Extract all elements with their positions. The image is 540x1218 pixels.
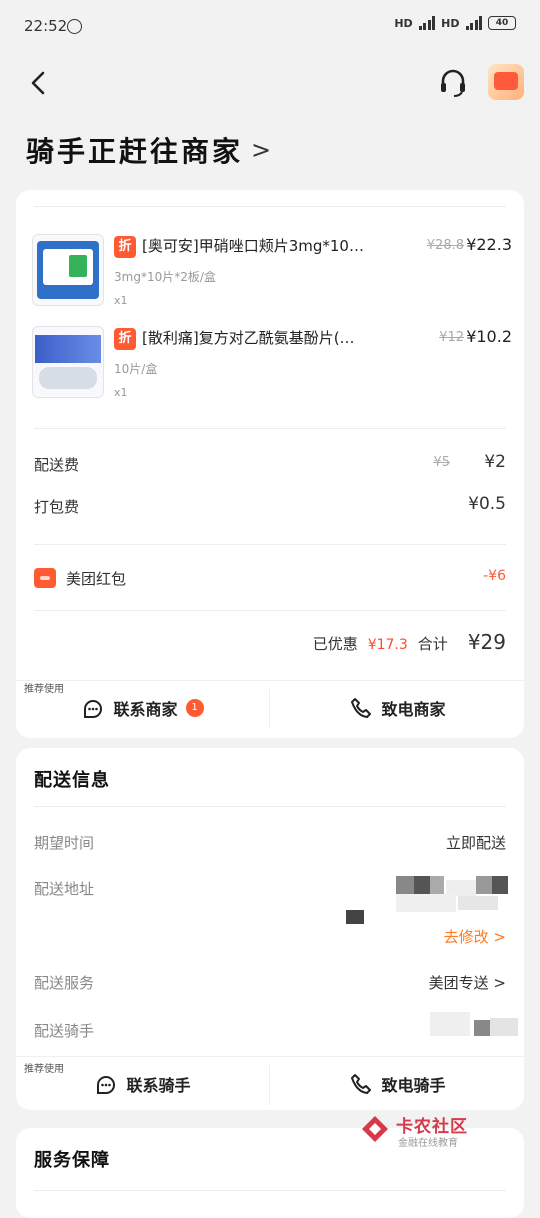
product-spec: 3mg*10片*2板/盒: [114, 270, 216, 284]
delivery-service-row[interactable]: 配送服务 美团专送 >: [34, 972, 506, 1002]
address-redacted: [346, 876, 511, 924]
packing-fee-value: ¥0.5: [468, 494, 506, 514]
red-packet-value: -¥6: [483, 568, 506, 584]
rider-contact-row: 联系骑手 致电骑手: [16, 1056, 524, 1111]
saved-value: ¥17.3: [367, 637, 408, 653]
order-total: 已优惠 ¥17.3 合计 ¥29: [313, 630, 506, 654]
call-rider-button[interactable]: 致电骑手: [271, 1057, 524, 1111]
product-price: ¥10.2: [466, 327, 512, 346]
call-merchant-button[interactable]: 致电商家: [271, 681, 524, 735]
red-packet-row: 美团红包 -¥6: [34, 566, 506, 592]
watermark-logo-icon: [362, 1116, 388, 1142]
red-packet-label: 美团红包: [66, 570, 127, 588]
phone-icon: [351, 1074, 372, 1094]
total-label: 合计: [417, 635, 448, 653]
order-card: 折 [奥可安]甲硝唑口颊片3mg*10… ¥28.8 ¥22.3 3mg*10片…: [16, 190, 524, 738]
chat-icon: [84, 700, 103, 718]
address-label: 配送地址: [34, 880, 95, 898]
product-original-price: ¥12: [439, 330, 464, 345]
product-name: [奥可安]甲硝唑口颊片3mg*10…: [142, 237, 364, 255]
call-rider-label: 致电骑手: [381, 1076, 446, 1095]
watermark-subtitle: 金融在线教育: [398, 1138, 458, 1149]
promo-gift-icon[interactable]: [488, 64, 524, 100]
expected-time-row: 期望时间 立即配送: [34, 832, 506, 862]
headset-icon[interactable]: [436, 66, 470, 100]
chevron-right-icon: >: [251, 136, 272, 164]
hd-label-2: HD: [441, 16, 460, 30]
contact-merchant-label: 联系商家: [113, 700, 178, 719]
order-status-title: 骑手正赶往商家: [26, 135, 244, 168]
divider: [34, 206, 506, 207]
phone-icon: [351, 698, 372, 718]
delivery-fee-value: ¥2: [484, 452, 506, 472]
expected-time-label: 期望时间: [34, 834, 95, 852]
divider: [34, 806, 506, 807]
top-nav: [0, 56, 540, 112]
contact-rider-label: 联系骑手: [126, 1076, 191, 1095]
signal-icon-2: [465, 16, 482, 30]
divider: [34, 428, 506, 429]
unread-badge: 1: [185, 699, 204, 717]
product-original-price: ¥28.8: [426, 238, 464, 253]
divider: [34, 610, 506, 611]
expected-time-value: 立即配送: [445, 834, 506, 852]
discount-tag: 折: [114, 328, 136, 350]
product-image: [32, 326, 104, 398]
status-bar: 22:52 HD HD 40: [0, 0, 540, 56]
hd-label: HD: [394, 16, 413, 30]
divider: [269, 689, 270, 729]
product-item[interactable]: 折 [散利痛]复方对乙酰氨基酚片(… ¥12 ¥10.2 10片/盒 x1: [32, 326, 512, 406]
product-price: ¥22.3: [466, 235, 512, 254]
delivery-service-label: 配送服务: [34, 974, 95, 992]
divider: [269, 1065, 270, 1105]
contact-merchant-button[interactable]: 联系商家 1: [16, 681, 269, 735]
product-spec: 10片/盒: [114, 362, 158, 376]
delivery-info-card: 配送信息 期望时间 立即配送 配送地址 去修改 > 配送服务 美团专送 > 配送…: [16, 748, 524, 1110]
contact-rider-button[interactable]: 联系骑手: [16, 1057, 269, 1111]
total-value: ¥29: [467, 630, 506, 654]
order-status[interactable]: 骑手正赶往商家 >: [26, 130, 271, 170]
call-merchant-label: 致电商家: [381, 700, 446, 719]
service-guarantee-title: 服务保障: [34, 1150, 110, 1171]
red-packet-icon: [34, 568, 56, 588]
saved-label: 已优惠: [312, 635, 358, 653]
modify-address-link[interactable]: 去修改 >: [444, 926, 506, 947]
delivery-service-value: 美团专送 >: [428, 974, 506, 992]
product-qty: x1: [114, 386, 128, 399]
merchant-contact-row: 联系商家 1 致电商家: [16, 680, 524, 735]
product-qty: x1: [114, 294, 128, 307]
battery-icon: 40: [488, 16, 516, 30]
signal-icon: [418, 16, 436, 30]
status-indicators: HD HD 40: [394, 16, 516, 30]
packing-fee-label: 打包费: [34, 498, 80, 516]
divider: [34, 1190, 506, 1191]
delivery-fee-label: 配送费: [34, 456, 80, 474]
delivery-info-title: 配送信息: [34, 770, 110, 791]
chat-icon: [97, 1076, 116, 1094]
delivery-fee-original: ¥5: [433, 455, 450, 470]
alarm-icon: [67, 19, 82, 34]
delivery-fee-row: 配送费 ¥5 ¥2: [34, 452, 506, 478]
packing-fee-row: 打包费 ¥0.5: [34, 494, 506, 520]
rider-label: 配送骑手: [34, 1022, 95, 1040]
status-time: 22:52: [24, 17, 68, 35]
back-arrow-icon[interactable]: [24, 68, 54, 98]
product-image: [32, 234, 104, 306]
watermark: 卡农社区 金融在线教育: [360, 1110, 490, 1150]
divider: [34, 544, 506, 545]
discount-tag: 折: [114, 236, 136, 258]
product-item[interactable]: 折 [奥可安]甲硝唑口颊片3mg*10… ¥28.8 ¥22.3 3mg*10片…: [32, 234, 512, 314]
product-name: [散利痛]复方对乙酰氨基酚片(…: [142, 329, 355, 347]
rider-redacted: [430, 1008, 522, 1044]
